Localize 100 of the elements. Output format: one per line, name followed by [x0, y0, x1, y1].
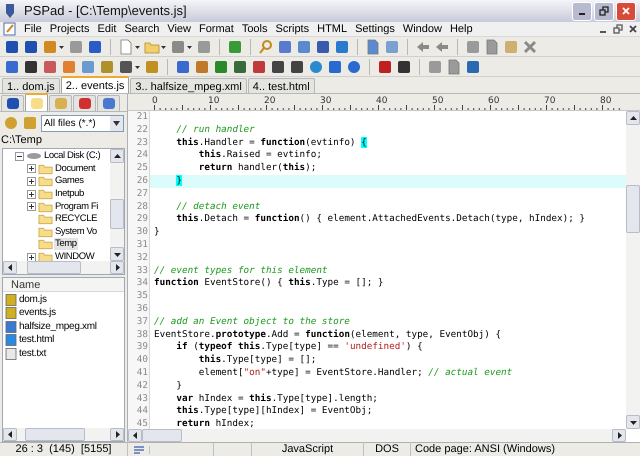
tree-item[interactable]: Games: [54, 175, 85, 188]
menu-item[interactable]: Tools: [238, 20, 272, 38]
menu-item[interactable]: View: [163, 20, 195, 38]
tree-item[interactable]: System Vo: [54, 226, 98, 238]
code-line: // add an Event object to the store: [154, 316, 350, 329]
menu-item[interactable]: Projects: [46, 20, 94, 38]
code-line: if (typeof this.Type[type] == 'undefined') {: [175, 341, 423, 354]
scroll-arrow-icon[interactable]: [114, 152, 120, 160]
close-button[interactable]: [616, 2, 636, 20]
scrollbar-thumb[interactable]: [626, 185, 640, 233]
line-ending: DOS: [364, 441, 411, 456]
tree-item[interactable]: Program Fi: [54, 200, 99, 213]
menu-item[interactable]: HTML: [313, 20, 352, 38]
restore-button[interactable]: [594, 2, 614, 20]
vertical-scrollbar[interactable]: [110, 149, 124, 261]
close-icon: [628, 24, 638, 34]
expand-icon[interactable]: [27, 202, 36, 212]
vertical-scrollbar[interactable]: [626, 111, 640, 429]
caret-icon: [113, 120, 120, 126]
expand-icon[interactable]: [27, 176, 36, 186]
line-number: 40: [128, 354, 150, 367]
file-name[interactable]: events.js: [19, 307, 56, 320]
file-icon: [5, 348, 17, 360]
panel-tab[interactable]: [97, 95, 120, 111]
panel-tab[interactable]: [73, 95, 96, 111]
delete-icon[interactable]: [522, 38, 538, 54]
code-line: // run handler: [175, 124, 255, 137]
line-number: 44: [128, 405, 150, 418]
document-tab[interactable]: 4.. test.html: [248, 78, 315, 93]
horizontal-scrollbar[interactable]: [128, 429, 626, 442]
tree-item[interactable]: Local Disk (C:): [43, 150, 102, 162]
horizontal-scrollbar[interactable]: [3, 261, 124, 274]
expand-icon[interactable]: [27, 164, 36, 174]
scroll-arrow-icon[interactable]: [6, 431, 14, 438]
line-number: 39: [128, 341, 150, 354]
menu-item[interactable]: Search: [120, 20, 164, 38]
cursor-position: 26 : 3 (145) [5155]: [0, 441, 128, 456]
line-number: 42: [128, 380, 150, 393]
code-line: element["on"+type] = EventStore.Handler; // actual event: [198, 366, 512, 380]
code-line: // event types for this element: [154, 264, 328, 278]
file-name[interactable]: halfsize_mpeg.xml: [19, 320, 97, 333]
close-icon: [621, 6, 631, 16]
scroll-arrow-icon[interactable]: [6, 264, 14, 271]
code-line: }: [154, 226, 160, 239]
scroll-arrow-icon[interactable]: [132, 432, 138, 439]
line-number: 32: [128, 252, 150, 265]
scrollbar-thumb[interactable]: [142, 429, 182, 442]
menu-item[interactable]: Help: [446, 20, 477, 38]
scrollbar-thumb[interactable]: [110, 199, 124, 229]
code-line: EventStore.prototype.Add = function(element, type, EventObj) {: [154, 328, 502, 342]
document-tab[interactable]: 3.. halfsize_mpeg.xml: [130, 78, 247, 93]
line-number: 38: [128, 328, 150, 342]
panel-tab[interactable]: [25, 93, 48, 111]
document-tab[interactable]: 2.. events.js: [60, 76, 130, 93]
line-number: 25: [128, 162, 150, 175]
line-number: 26: [128, 174, 150, 188]
line-number: 24: [128, 149, 150, 162]
expand-icon[interactable]: [27, 252, 36, 261]
menu-item[interactable]: Scripts: [272, 20, 314, 38]
line-number: 43: [128, 392, 150, 406]
tree-item[interactable]: Document: [54, 162, 96, 175]
expand-icon[interactable]: [27, 190, 36, 199]
document-tab[interactable]: 1.. dom.js: [2, 78, 60, 93]
scrollbar-thumb[interactable]: [25, 428, 85, 441]
tree-item[interactable]: WINDOW: [54, 251, 96, 261]
menu-item[interactable]: Edit: [93, 20, 120, 38]
file-icon: [5, 307, 17, 320]
scrollbar-thumb[interactable]: [27, 261, 81, 274]
file-name[interactable]: test.html: [19, 334, 54, 346]
menu-item[interactable]: Format: [194, 20, 238, 38]
minimize-button[interactable]: [572, 2, 592, 20]
panel-tab[interactable]: [1, 95, 24, 111]
minimize-icon: [600, 31, 606, 33]
menu-item[interactable]: File: [20, 20, 46, 38]
line-number: 41: [128, 366, 150, 380]
horizontal-scrollbar[interactable]: [3, 428, 124, 441]
line-number: 22: [128, 124, 150, 137]
tree-item[interactable]: Inetpub: [54, 188, 85, 200]
file-name[interactable]: test.txt: [19, 348, 46, 360]
code-line: this.Detach = function() { element.AttachedEvents.Detach(type, hIndex); }: [175, 213, 586, 226]
drive-icon: [26, 151, 42, 162]
code-line: var hIndex = this.Type[type].length;: [175, 392, 378, 406]
column-header[interactable]: Name: [3, 278, 124, 292]
menu-item[interactable]: Settings: [351, 20, 399, 38]
collapse-icon[interactable]: [15, 152, 24, 161]
menu-item[interactable]: Window: [398, 20, 446, 38]
line-number: 29: [128, 213, 150, 226]
line-number: 35: [128, 290, 150, 303]
scroll-arrow-icon[interactable]: [114, 431, 120, 438]
file-icon: [5, 334, 17, 346]
scroll-arrow-icon[interactable]: [630, 114, 636, 122]
syntax-mode: JavaScript: [252, 441, 364, 456]
file-name[interactable]: dom.js: [19, 294, 47, 306]
code-page: Code page: ANSI (Windows): [414, 442, 556, 456]
code-line: }: [175, 380, 182, 393]
tree-item[interactable]: RECYCLE: [54, 213, 98, 226]
document-icon: [3, 22, 17, 36]
file-filter-dropdown[interactable]: All files (*.*): [41, 114, 124, 132]
tree-item[interactable]: Temp: [54, 238, 78, 250]
line-number: 21: [128, 111, 150, 124]
